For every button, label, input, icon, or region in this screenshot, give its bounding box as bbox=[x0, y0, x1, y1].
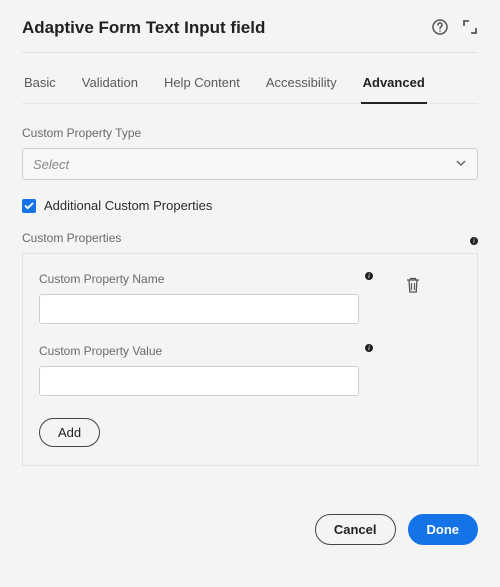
dialog-title: Adaptive Form Text Input field bbox=[22, 18, 265, 38]
name-row bbox=[39, 294, 461, 324]
tab-validation[interactable]: Validation bbox=[80, 75, 140, 104]
additional-custom-properties-label: Additional Custom Properties bbox=[44, 198, 212, 213]
custom-property-type-select[interactable]: Select bbox=[22, 148, 478, 180]
tab-accessibility[interactable]: Accessibility bbox=[264, 75, 339, 104]
cancel-button[interactable]: Cancel bbox=[315, 514, 396, 545]
header-actions bbox=[432, 19, 478, 38]
dialog: Adaptive Form Text Input field Basic Val… bbox=[0, 0, 500, 563]
tab-help-content[interactable]: Help Content bbox=[162, 75, 242, 104]
custom-property-name-input[interactable] bbox=[39, 294, 359, 324]
info-icon[interactable]: i bbox=[470, 237, 478, 245]
additional-custom-properties-checkbox[interactable] bbox=[22, 199, 36, 213]
custom-properties-label: Custom Properties bbox=[22, 231, 121, 245]
tab-bar: Basic Validation Help Content Accessibil… bbox=[22, 75, 478, 104]
custom-property-name-label: Custom Property Name bbox=[39, 270, 461, 288]
help-icon[interactable] bbox=[432, 19, 448, 38]
info-icon[interactable]: i bbox=[365, 272, 373, 280]
done-button[interactable]: Done bbox=[408, 514, 479, 545]
custom-property-card: Custom Property Name i Custom Property V… bbox=[22, 253, 478, 466]
chevron-down-icon bbox=[455, 157, 467, 172]
additional-custom-properties-row: Additional Custom Properties bbox=[22, 198, 478, 213]
dialog-header: Adaptive Form Text Input field bbox=[22, 18, 478, 53]
value-row bbox=[39, 366, 461, 396]
name-row-head: Custom Property Name i bbox=[39, 270, 461, 288]
dialog-footer: Cancel Done bbox=[22, 514, 478, 545]
tab-basic[interactable]: Basic bbox=[22, 75, 58, 104]
custom-property-value-input[interactable] bbox=[39, 366, 359, 396]
add-button[interactable]: Add bbox=[39, 418, 100, 447]
custom-properties-header: Custom Properties i bbox=[22, 231, 478, 245]
custom-property-value-label: Custom Property Value bbox=[39, 342, 461, 360]
custom-property-type-section: Custom Property Type Select bbox=[22, 126, 478, 180]
info-icon[interactable]: i bbox=[365, 344, 373, 352]
fullscreen-icon[interactable] bbox=[462, 19, 478, 38]
select-placeholder: Select bbox=[33, 157, 69, 172]
value-row-head: Custom Property Value i bbox=[39, 342, 461, 360]
custom-property-type-label: Custom Property Type bbox=[22, 126, 478, 140]
tab-advanced[interactable]: Advanced bbox=[361, 75, 427, 104]
